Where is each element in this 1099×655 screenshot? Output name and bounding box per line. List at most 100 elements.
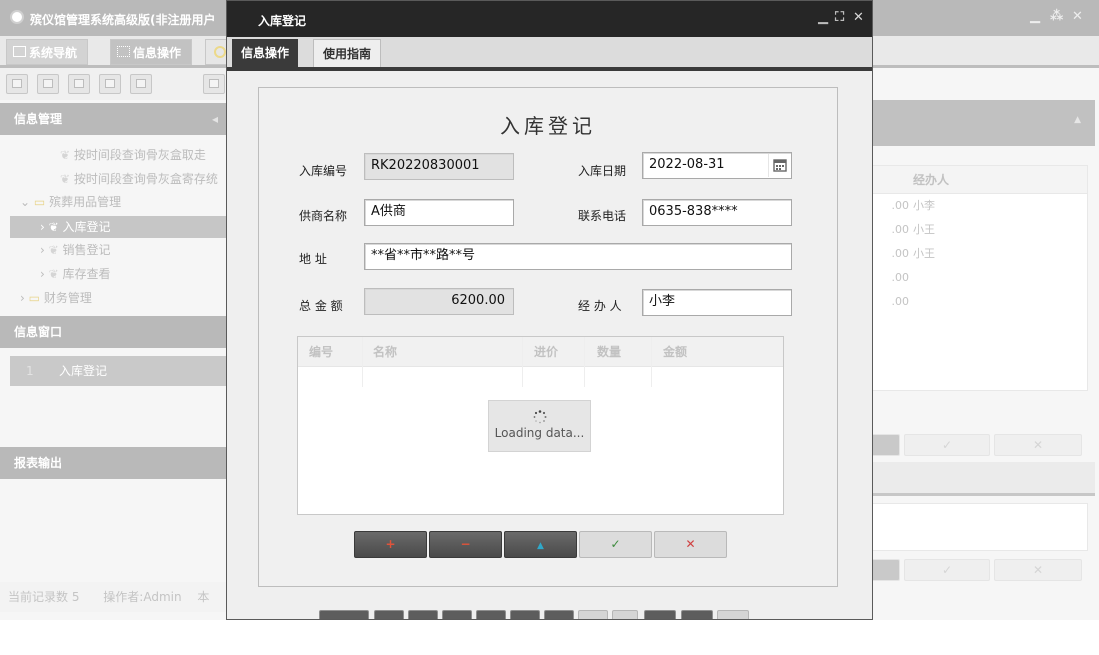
nav-button[interactable] xyxy=(644,610,676,619)
toolbar-list-button[interactable] xyxy=(37,74,59,94)
sidebar-section-info-mgmt[interactable]: 信息管理 ◂ xyxy=(0,103,230,135)
toolbar-export-button[interactable] xyxy=(203,74,225,94)
tree-item-stock-in[interactable]: › ❦ 入库登记 xyxy=(10,216,230,238)
nav-button[interactable] xyxy=(578,610,608,619)
nav-button[interactable] xyxy=(374,610,404,619)
calendar-icon[interactable] xyxy=(768,154,790,177)
address-label: 地 址 xyxy=(299,252,327,266)
table-row[interactable]: .00 小王 xyxy=(871,242,1087,266)
nav-button[interactable] xyxy=(681,610,713,619)
tree-label: 殡葬用品管理 xyxy=(49,195,122,209)
right-button-row: ✓ ✕ xyxy=(870,434,1082,456)
entry-date-field[interactable]: 2022-08-31 xyxy=(642,152,792,179)
edit-row-button[interactable]: ▲ xyxy=(504,531,577,558)
tree-item-sales[interactable]: › ❦ 销售登记 xyxy=(40,241,111,258)
nav-button[interactable] xyxy=(510,610,540,619)
toolbar-doc-button[interactable] xyxy=(68,74,90,94)
restore-icon[interactable]: ⁂ xyxy=(1050,9,1063,24)
tree-item-finance[interactable]: › ▭ 财务管理 xyxy=(20,289,92,306)
collapse-arrow-icon[interactable]: ◂ xyxy=(212,103,218,135)
toolbar-search-button[interactable] xyxy=(6,74,28,94)
sidebar-section-report[interactable]: 报表输出 xyxy=(0,447,230,479)
nav-button[interactable] xyxy=(476,610,506,619)
nav-button[interactable] xyxy=(717,610,749,619)
section-title: 信息管理 xyxy=(14,112,63,126)
tree-item-inventory[interactable]: › ❦ 库存查看 xyxy=(40,265,111,282)
tree-label: 按时间段查询骨灰盒取走 xyxy=(73,148,206,162)
sidebar-section-info-window[interactable]: 信息窗口 xyxy=(0,316,230,348)
col-header-price[interactable]: 进价 xyxy=(534,337,558,367)
close-icon[interactable]: ✕ xyxy=(1072,9,1083,24)
address-field[interactable]: **省**市**路**号 xyxy=(364,243,792,270)
right-edit-button[interactable] xyxy=(870,559,900,581)
tree-item-urn-stored[interactable]: ❦ 按时间段查询骨灰盒寄存统 xyxy=(60,170,218,187)
tab-label: 信息操作 xyxy=(133,46,182,60)
list-icon xyxy=(43,79,53,88)
col-header-no[interactable]: 编号 xyxy=(309,337,333,367)
right-confirm-button[interactable]: ✓ xyxy=(904,559,990,581)
toolbar-user-button[interactable] xyxy=(99,74,121,94)
nav-button[interactable] xyxy=(442,610,472,619)
tab-system-nav[interactable]: 系统导航 xyxy=(6,39,89,65)
tab-info-ops[interactable]: 信息操作 xyxy=(110,39,193,65)
detail-grid[interactable]: 编号 名称 进价 数量 金额 Loading data... xyxy=(297,336,784,515)
phone-field[interactable]: 0635-838**** xyxy=(642,199,792,226)
add-row-button[interactable]: + xyxy=(354,531,427,558)
entry-no-field[interactable]: RK20220830001 xyxy=(364,153,514,180)
close-icon[interactable]: ✕ xyxy=(853,10,864,25)
tab-info-ops[interactable]: 信息操作 xyxy=(232,39,299,67)
col-header-name[interactable]: 名称 xyxy=(373,337,397,367)
table-row[interactable]: .00 小李 xyxy=(871,194,1087,218)
total-label: 总 金 额 xyxy=(299,299,343,313)
table-row[interactable]: .00 xyxy=(871,266,1087,290)
chevron-right-icon: › xyxy=(40,267,45,281)
item-label: 入库登记 xyxy=(59,364,108,378)
info-window-item[interactable]: 1 入库登记 xyxy=(10,356,230,386)
remove-row-button[interactable]: − xyxy=(429,531,502,558)
toolbar-window-button[interactable] xyxy=(130,74,152,94)
cell-amount: .00 xyxy=(891,295,910,308)
nav-button[interactable] xyxy=(408,610,438,619)
tree-label: 入库登记 xyxy=(62,220,111,234)
status-bar: 当前记录数 5 操作者:Admin 本 xyxy=(0,582,230,612)
tree-item-urn-taken[interactable]: ❦ 按时间段查询骨灰盒取走 xyxy=(60,146,206,163)
export-icon xyxy=(209,79,219,88)
tree-label: 库存查看 xyxy=(62,267,111,281)
maximize-icon[interactable]: ⛶ xyxy=(835,10,844,25)
dialog-titlebar[interactable]: 入库登记 ▁ ⛶ ✕ xyxy=(227,1,872,37)
grid-header: 经办人 xyxy=(871,166,1087,194)
leaf-icon: ❦ xyxy=(48,243,59,257)
right-cancel-button[interactable]: ✕ xyxy=(994,559,1082,581)
total-field[interactable]: 6200.00 xyxy=(364,288,514,315)
col-header-amount[interactable]: 金额 xyxy=(663,337,687,367)
tab-user-guide[interactable]: 使用指南 xyxy=(313,39,382,67)
leaf-icon: ❦ xyxy=(48,220,59,234)
right-cancel-button[interactable]: ✕ xyxy=(994,434,1082,456)
triangle-up-icon: ▲ xyxy=(537,541,544,551)
section-title: 信息窗口 xyxy=(14,325,63,339)
document-icon xyxy=(74,79,84,88)
table-row[interactable]: .00 小王 xyxy=(871,218,1087,242)
col-header-qty[interactable]: 数量 xyxy=(597,337,621,367)
tree-item-funeral-supplies[interactable]: ⌄ ▭ 殡葬用品管理 xyxy=(20,193,121,210)
record-count: 当前记录数 5 xyxy=(8,590,80,604)
collapse-up-icon[interactable]: ▲ xyxy=(1074,115,1081,125)
leaf-icon: ❦ xyxy=(60,172,71,186)
table-row[interactable]: .00 xyxy=(871,290,1087,314)
minimize-icon[interactable]: ▁ xyxy=(818,10,828,25)
check-icon: ✓ xyxy=(941,563,953,577)
cancel-button[interactable]: ✕ xyxy=(654,531,727,558)
nav-button[interactable] xyxy=(612,610,638,619)
nav-button[interactable] xyxy=(319,610,369,619)
spinner-icon xyxy=(533,410,546,424)
supplier-field[interactable]: A供商 xyxy=(364,199,514,226)
confirm-button[interactable]: ✓ xyxy=(579,531,652,558)
right-edit-button[interactable] xyxy=(870,434,900,456)
phone-label: 联系电话 xyxy=(578,209,627,223)
screen: 殡仪馆管理系统高级版(非注册用户 ▁ ⁂ ✕ 系统导航 信息操作 信息管理 ◂ … xyxy=(0,0,1099,655)
cross-icon: ✕ xyxy=(685,537,696,551)
handler-field[interactable]: 小李 xyxy=(642,289,792,316)
right-confirm-button[interactable]: ✓ xyxy=(904,434,990,456)
nav-button[interactable] xyxy=(544,610,574,619)
minimize-icon[interactable]: ▁ xyxy=(1030,9,1040,24)
